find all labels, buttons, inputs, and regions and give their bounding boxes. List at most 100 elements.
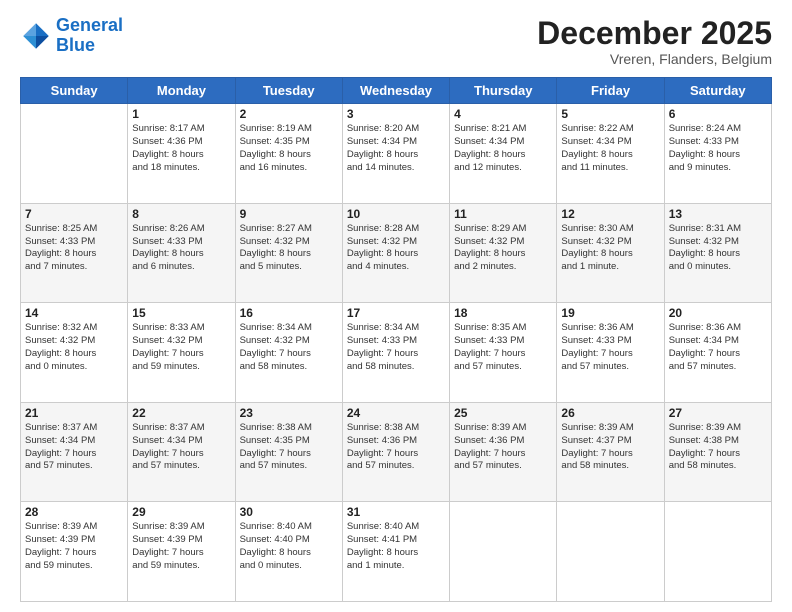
calendar-cell: 17Sunrise: 8:34 AM Sunset: 4:33 PM Dayli… <box>342 303 449 403</box>
day-number: 27 <box>669 406 767 420</box>
calendar-cell: 6 Sunrise: 8:24 AM Sunset: 4:33 PM Daylig… <box>664 104 771 204</box>
day-info: Sunrise: 8:40 AM Sunset: 4:41 PM Dayligh… <box>347 521 445 572</box>
day-info: Sunrise: 8:37 AM Sunset: 4:34 PM Dayligh… <box>132 422 230 473</box>
calendar-cell: 21 Sunrise: 8:37 AM Sunset: 4:34 PM Dayli… <box>21 402 128 502</box>
day-number: 28 <box>25 505 123 519</box>
day-number: 15 <box>132 306 230 320</box>
day-info: Sunrise: 8:34 AM Sunset: 4:32 PM Dayligh… <box>240 322 338 373</box>
calendar-cell: 2 Sunrise: 8:19 AM Sunset: 4:35 PM Daylig… <box>235 104 342 204</box>
calendar-cell: 7 Sunrise: 8:25 AM Sunset: 4:33 PM Daylig… <box>21 203 128 303</box>
day-info: Sunrise: 8:22 AM Sunset: 4:34 PM Dayligh… <box>561 123 659 174</box>
calendar-cell <box>21 104 128 204</box>
calendar-cell: 31 Sunrise: 8:40 AM Sunset: 4:41 PM Dayli… <box>342 502 449 602</box>
day-number: 3 <box>347 107 445 121</box>
day-info: Sunrise: 8:32 AM Sunset: 4:32 PM Dayligh… <box>25 322 123 373</box>
day-info: Sunrise: 8:40 AM Sunset: 4:40 PM Dayligh… <box>240 521 338 572</box>
day-number: 13 <box>669 207 767 221</box>
day-info: Sunrise: 8:38 AM Sunset: 4:35 PM Dayligh… <box>240 422 338 473</box>
day-info: Sunrise: 8:39 AM Sunset: 4:39 PM Dayligh… <box>25 521 123 572</box>
day-info: Sunrise: 8:37 AM Sunset: 4:34 PM Dayligh… <box>25 422 123 473</box>
calendar-cell: 10 Sunrise: 8:28 AM Sunset: 4:32 PM Dayli… <box>342 203 449 303</box>
calendar-cell: 14 Sunrise: 8:32 AM Sunset: 4:32 PM Dayli… <box>21 303 128 403</box>
day-number: 12 <box>561 207 659 221</box>
calendar-cell: 5 Sunrise: 8:22 AM Sunset: 4:34 PM Daylig… <box>557 104 664 204</box>
weekday-header: Sunday <box>21 78 128 104</box>
logo-text: General Blue <box>56 16 123 56</box>
calendar-cell: 19 Sunrise: 8:36 AM Sunset: 4:33 PM Dayli… <box>557 303 664 403</box>
weekday-header: Saturday <box>664 78 771 104</box>
calendar-cell: 27 Sunrise: 8:39 AM Sunset: 4:38 PM Dayli… <box>664 402 771 502</box>
day-info: Sunrise: 8:20 AM Sunset: 4:34 PM Dayligh… <box>347 123 445 174</box>
calendar-cell: 8 Sunrise: 8:26 AM Sunset: 4:33 PM Daylig… <box>128 203 235 303</box>
weekday-header: Thursday <box>450 78 557 104</box>
day-info: Sunrise: 8:36 AM Sunset: 4:33 PM Dayligh… <box>561 322 659 373</box>
day-number: 17 <box>347 306 445 320</box>
title-block: December 2025 Vreren, Flanders, Belgium <box>537 16 772 67</box>
day-number: 5 <box>561 107 659 121</box>
calendar-cell: 29 Sunrise: 8:39 AM Sunset: 4:39 PM Dayli… <box>128 502 235 602</box>
calendar-cell: 26 Sunrise: 8:39 AM Sunset: 4:37 PM Dayli… <box>557 402 664 502</box>
calendar-week-row: 7 Sunrise: 8:25 AM Sunset: 4:33 PM Daylig… <box>21 203 772 303</box>
calendar-cell: 9Sunrise: 8:27 AM Sunset: 4:32 PM Daylig… <box>235 203 342 303</box>
weekday-header: Wednesday <box>342 78 449 104</box>
day-number: 6 <box>669 107 767 121</box>
calendar-header-row: SundayMondayTuesdayWednesdayThursdayFrid… <box>21 78 772 104</box>
day-number: 16 <box>240 306 338 320</box>
month-title: December 2025 <box>537 16 772 51</box>
day-number: 11 <box>454 207 552 221</box>
calendar-cell <box>450 502 557 602</box>
day-info: Sunrise: 8:24 AM Sunset: 4:33 PM Dayligh… <box>669 123 767 174</box>
day-number: 29 <box>132 505 230 519</box>
logo-blue: Blue <box>56 35 95 55</box>
day-info: Sunrise: 8:39 AM Sunset: 4:39 PM Dayligh… <box>132 521 230 572</box>
calendar-cell: 20 Sunrise: 8:36 AM Sunset: 4:34 PM Dayli… <box>664 303 771 403</box>
calendar-table: SundayMondayTuesdayWednesdayThursdayFrid… <box>20 77 772 602</box>
calendar-cell: 16 Sunrise: 8:34 AM Sunset: 4:32 PM Dayli… <box>235 303 342 403</box>
day-info: Sunrise: 8:26 AM Sunset: 4:33 PM Dayligh… <box>132 223 230 274</box>
calendar-cell: 13 Sunrise: 8:31 AM Sunset: 4:32 PM Dayli… <box>664 203 771 303</box>
day-info: Sunrise: 8:28 AM Sunset: 4:32 PM Dayligh… <box>347 223 445 274</box>
day-number: 21 <box>25 406 123 420</box>
day-info: Sunrise: 8:39 AM Sunset: 4:37 PM Dayligh… <box>561 422 659 473</box>
day-info: Sunrise: 8:31 AM Sunset: 4:32 PM Dayligh… <box>669 223 767 274</box>
day-number: 4 <box>454 107 552 121</box>
day-number: 14 <box>25 306 123 320</box>
day-info: Sunrise: 8:25 AM Sunset: 4:33 PM Dayligh… <box>25 223 123 274</box>
day-info: Sunrise: 8:19 AM Sunset: 4:35 PM Dayligh… <box>240 123 338 174</box>
weekday-header: Friday <box>557 78 664 104</box>
calendar-cell: 24Sunrise: 8:38 AM Sunset: 4:36 PM Dayli… <box>342 402 449 502</box>
calendar-cell: 30Sunrise: 8:40 AM Sunset: 4:40 PM Dayli… <box>235 502 342 602</box>
day-number: 2 <box>240 107 338 121</box>
header: General Blue December 2025 Vreren, Fland… <box>20 16 772 67</box>
calendar-cell: 1Sunrise: 8:17 AM Sunset: 4:36 PM Daylig… <box>128 104 235 204</box>
day-number: 26 <box>561 406 659 420</box>
calendar-cell: 12Sunrise: 8:30 AM Sunset: 4:32 PM Dayli… <box>557 203 664 303</box>
calendar-cell: 22Sunrise: 8:37 AM Sunset: 4:34 PM Dayli… <box>128 402 235 502</box>
day-info: Sunrise: 8:21 AM Sunset: 4:34 PM Dayligh… <box>454 123 552 174</box>
day-info: Sunrise: 8:39 AM Sunset: 4:36 PM Dayligh… <box>454 422 552 473</box>
day-info: Sunrise: 8:29 AM Sunset: 4:32 PM Dayligh… <box>454 223 552 274</box>
day-number: 24 <box>347 406 445 420</box>
day-number: 7 <box>25 207 123 221</box>
calendar-week-row: 21 Sunrise: 8:37 AM Sunset: 4:34 PM Dayli… <box>21 402 772 502</box>
calendar-cell: 23Sunrise: 8:38 AM Sunset: 4:35 PM Dayli… <box>235 402 342 502</box>
day-info: Sunrise: 8:36 AM Sunset: 4:34 PM Dayligh… <box>669 322 767 373</box>
calendar-cell: 15 Sunrise: 8:33 AM Sunset: 4:32 PM Dayli… <box>128 303 235 403</box>
day-number: 20 <box>669 306 767 320</box>
day-number: 31 <box>347 505 445 519</box>
day-number: 8 <box>132 207 230 221</box>
weekday-header: Tuesday <box>235 78 342 104</box>
logo-icon <box>20 20 52 52</box>
calendar-cell: 11 Sunrise: 8:29 AM Sunset: 4:32 PM Dayli… <box>450 203 557 303</box>
calendar-cell <box>664 502 771 602</box>
day-number: 19 <box>561 306 659 320</box>
logo: General Blue <box>20 16 123 56</box>
day-number: 9 <box>240 207 338 221</box>
day-info: Sunrise: 8:39 AM Sunset: 4:38 PM Dayligh… <box>669 422 767 473</box>
page: General Blue December 2025 Vreren, Fland… <box>0 0 792 612</box>
day-number: 10 <box>347 207 445 221</box>
day-info: Sunrise: 8:33 AM Sunset: 4:32 PM Dayligh… <box>132 322 230 373</box>
day-number: 25 <box>454 406 552 420</box>
calendar-cell <box>557 502 664 602</box>
calendar-cell: 28 Sunrise: 8:39 AM Sunset: 4:39 PM Dayli… <box>21 502 128 602</box>
